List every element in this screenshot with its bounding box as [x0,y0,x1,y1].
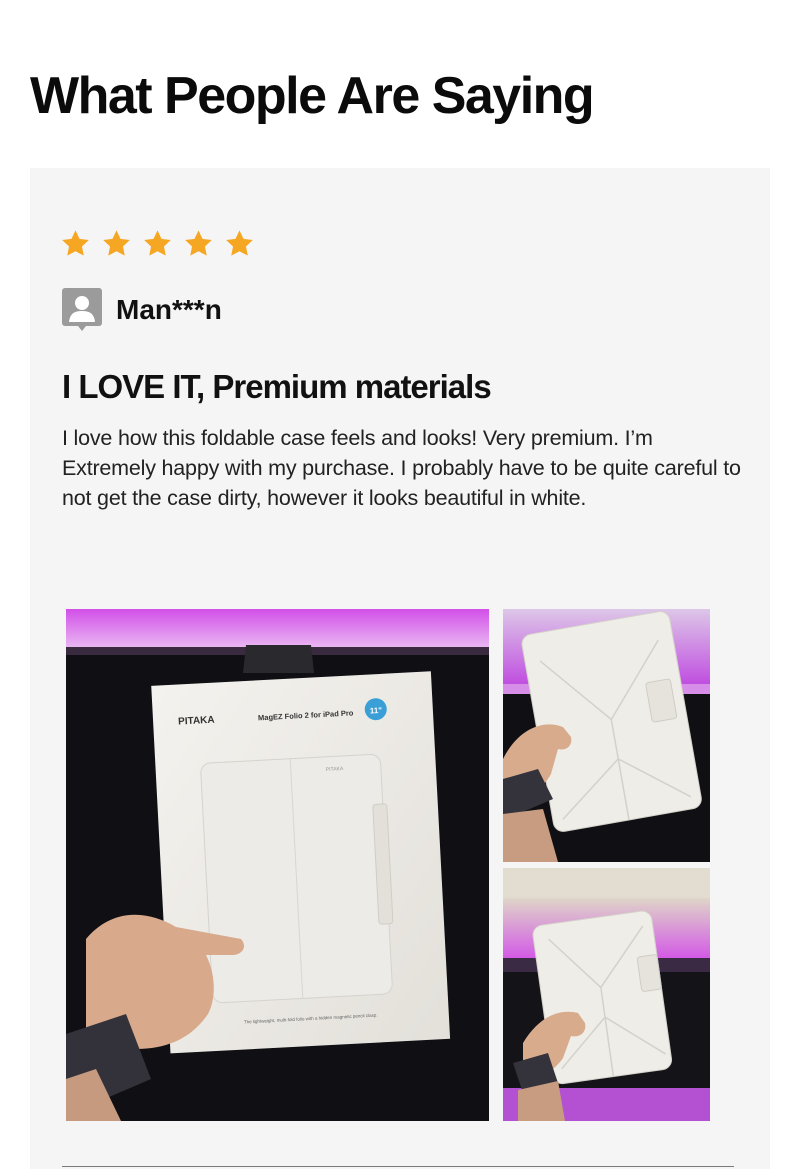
star-icon [144,230,171,256]
review-title: I LOVE IT, Premium materials [62,368,492,405]
review-card: Man***n I LOVE IT, Premium materials I l… [30,168,770,1169]
user-avatar-icon [62,288,102,331]
star-icon [103,230,130,256]
review-body: I love how this foldable case feels and … [62,426,741,510]
review-divider [62,1166,734,1167]
reviewer: Man***n [62,288,222,332]
box-brand-text: PITAKA [178,715,215,728]
review-photo-case-in-hand[interactable] [503,609,710,862]
review-photo-case-folded[interactable] [503,868,710,1121]
star-icon [226,230,253,256]
box-size-badge: 11" [370,706,383,716]
star-icon [62,230,89,256]
star-rating [60,228,255,259]
reviewer-name: Man***n [116,294,222,325]
page-title: What People Are Saying [30,67,595,125]
review-photo-boxed-case[interactable]: PITAKA MagEZ Folio 2 for iPad Pro 11" PI… [66,609,489,1121]
case-brand-text: PITAKA [326,766,344,773]
star-icon [185,230,212,256]
